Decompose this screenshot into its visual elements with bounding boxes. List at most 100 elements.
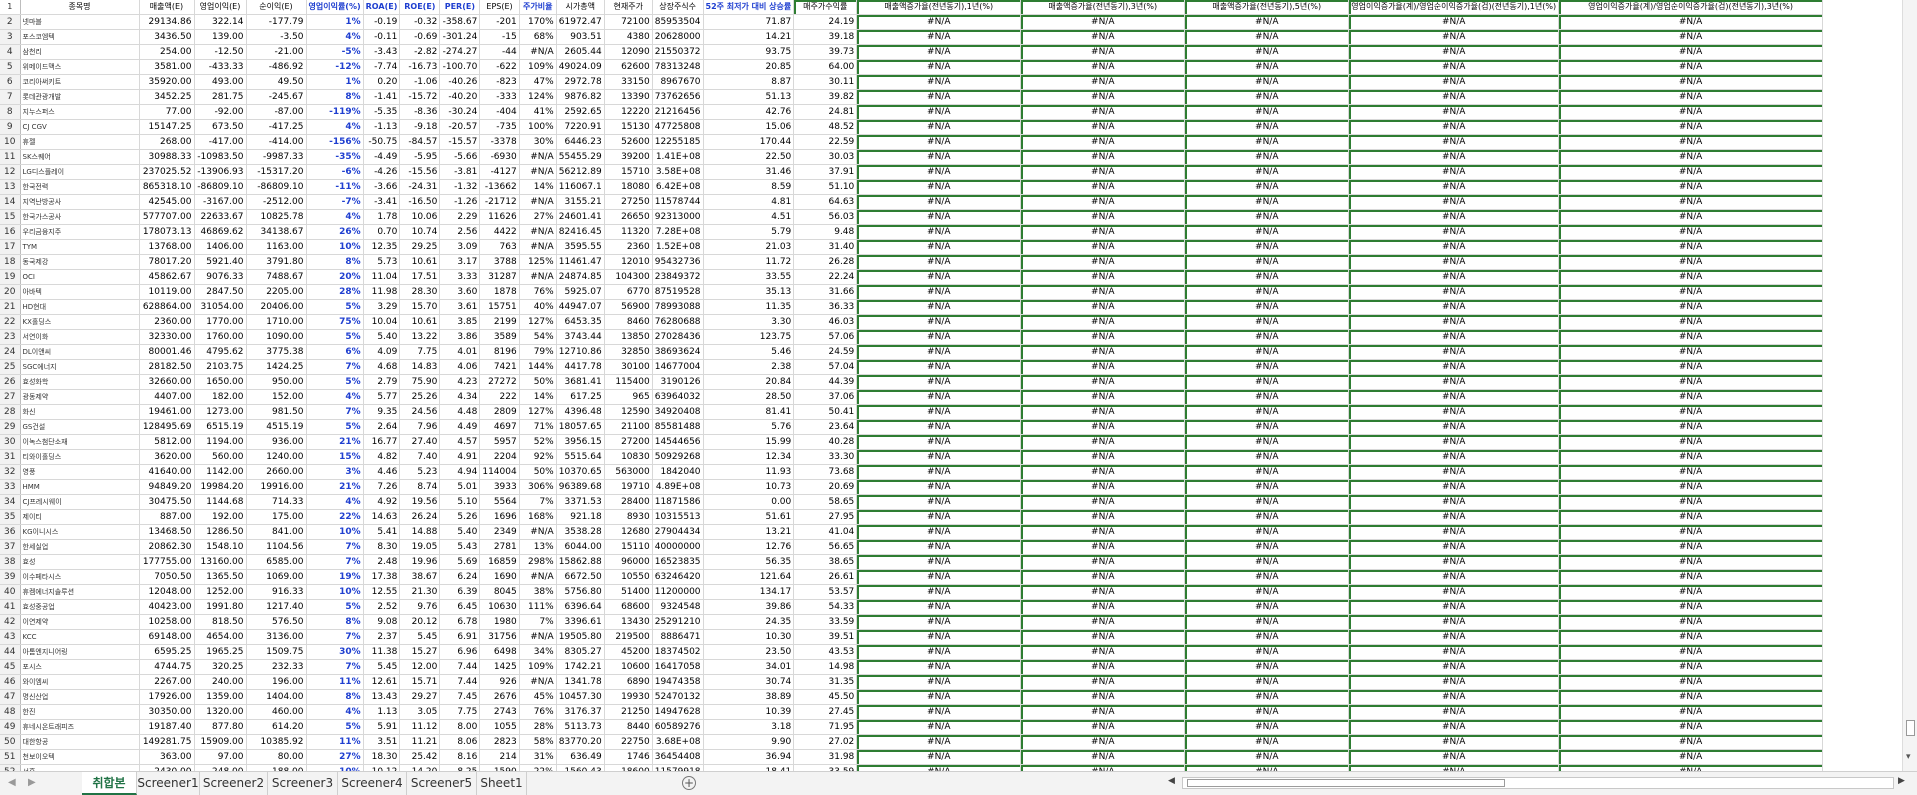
na-cell[interactable]: #N/A xyxy=(856,434,1022,450)
table-row[interactable]: 28 화신 19461.00 1273.00 981.50 7% 9.35 24.56 4.48… xyxy=(0,404,1824,420)
data-cell[interactable]: 1320.00 xyxy=(194,704,247,720)
data-cell[interactable]: 4.23 xyxy=(439,374,481,390)
data-cell[interactable]: 965 xyxy=(604,389,653,405)
data-cell[interactable]: -0.32 xyxy=(399,14,441,30)
data-cell[interactable]: 7% xyxy=(306,539,364,555)
na-cell[interactable]: #N/A xyxy=(1020,299,1186,315)
data-cell[interactable]: 83770.20 xyxy=(556,734,605,750)
na-cell[interactable]: #N/A xyxy=(856,239,1022,255)
table-row[interactable]: 49 휴네시온트래피즈 19187.40 877.80 614.20 5% 5.91 11.1… xyxy=(0,719,1824,735)
data-cell[interactable]: 134.17 xyxy=(703,584,795,600)
na-cell[interactable]: #N/A xyxy=(1184,674,1350,690)
data-cell[interactable]: 22.24 xyxy=(793,269,858,285)
data-cell[interactable]: 1104.56 xyxy=(246,539,307,555)
stock-name-cell[interactable]: 한세실업 xyxy=(20,539,140,555)
data-cell[interactable]: 192.00 xyxy=(194,509,247,525)
data-cell[interactable]: 71% xyxy=(519,419,557,435)
data-cell[interactable]: 1142.00 xyxy=(194,464,247,480)
data-cell[interactable]: 2.29 xyxy=(439,209,481,225)
data-cell[interactable]: #N/A xyxy=(519,524,557,540)
data-cell[interactable]: 5.79 xyxy=(703,224,795,240)
column-header[interactable]: 상장주식수 xyxy=(652,0,704,15)
data-cell[interactable]: 3.33 xyxy=(439,269,481,285)
data-cell[interactable]: 77.00 xyxy=(139,104,195,120)
data-cell[interactable]: 22.59 xyxy=(793,134,858,150)
na-cell[interactable]: #N/A xyxy=(1020,44,1186,60)
data-cell[interactable]: #N/A xyxy=(519,569,557,585)
data-cell[interactable]: 5.69 xyxy=(439,554,481,570)
data-cell[interactable]: 4.92 xyxy=(363,494,401,510)
data-cell[interactable]: 27.45 xyxy=(793,704,858,720)
data-cell[interactable]: 80001.46 xyxy=(139,344,195,360)
data-cell[interactable]: 237025.52 xyxy=(139,164,195,180)
data-cell[interactable]: 94849.20 xyxy=(139,479,195,495)
data-cell[interactable]: 21% xyxy=(306,434,364,450)
data-cell[interactable]: 11200000 xyxy=(652,584,704,600)
data-cell[interactable]: 14.88 xyxy=(399,524,441,540)
data-cell[interactable]: 15710 xyxy=(604,164,653,180)
data-cell[interactable]: 13.22 xyxy=(399,329,441,345)
data-cell[interactable]: 6396.64 xyxy=(556,599,605,615)
na-cell[interactable]: #N/A xyxy=(1020,284,1186,300)
na-cell[interactable]: #N/A xyxy=(1184,644,1350,660)
data-cell[interactable]: 10600 xyxy=(604,659,653,675)
data-cell[interactable]: 10370.65 xyxy=(556,464,605,480)
na-cell[interactable]: #N/A xyxy=(1558,314,1824,330)
data-cell[interactable]: 4.51 xyxy=(703,209,795,225)
data-cell[interactable]: 1% xyxy=(306,74,364,90)
data-cell[interactable]: 1696 xyxy=(479,509,520,525)
data-cell[interactable]: 7% xyxy=(306,359,364,375)
data-cell[interactable]: 4795.62 xyxy=(194,344,247,360)
data-cell[interactable]: -1.26 xyxy=(439,194,481,210)
na-cell[interactable]: #N/A xyxy=(856,134,1022,150)
scroll-left-arrow-icon[interactable]: ◀ xyxy=(1168,776,1175,786)
data-cell[interactable]: 3743.44 xyxy=(556,329,605,345)
na-cell[interactable]: #N/A xyxy=(1558,44,1824,60)
data-cell[interactable]: 10% xyxy=(306,239,364,255)
data-cell[interactable]: -6930 xyxy=(479,149,520,165)
data-cell[interactable]: 24.59 xyxy=(793,344,858,360)
data-cell[interactable]: 34% xyxy=(519,644,557,660)
data-cell[interactable]: 35920.00 xyxy=(139,74,195,90)
na-cell[interactable]: #N/A xyxy=(856,299,1022,315)
data-cell[interactable]: 27904434 xyxy=(652,524,704,540)
data-cell[interactable]: 53.57 xyxy=(793,584,858,600)
na-cell[interactable]: #N/A xyxy=(1184,359,1350,375)
data-cell[interactable]: 11.72 xyxy=(703,254,795,270)
data-cell[interactable]: 15751 xyxy=(479,299,520,315)
data-cell[interactable]: 576.50 xyxy=(246,614,307,630)
na-cell[interactable]: #N/A xyxy=(1020,689,1186,705)
data-cell[interactable]: 45862.67 xyxy=(139,269,195,285)
na-cell[interactable]: #N/A xyxy=(856,554,1022,570)
data-cell[interactable]: 125% xyxy=(519,254,557,270)
data-cell[interactable]: #N/A xyxy=(519,149,557,165)
na-cell[interactable]: #N/A xyxy=(1184,629,1350,645)
data-cell[interactable]: 76% xyxy=(519,284,557,300)
table-row[interactable]: 10 휴젤 268.00 -417.00 -414.00 -156% -50.75 -84.5… xyxy=(0,134,1824,150)
row-header[interactable]: 43 xyxy=(0,629,21,645)
data-cell[interactable]: 1273.00 xyxy=(194,404,247,420)
data-cell[interactable]: 25.26 xyxy=(399,389,441,405)
data-cell[interactable]: 3.68E+08 xyxy=(652,734,704,750)
na-cell[interactable]: #N/A xyxy=(1184,14,1350,30)
na-cell[interactable]: #N/A xyxy=(1020,629,1186,645)
data-cell[interactable]: 1341.78 xyxy=(556,674,605,690)
data-cell[interactable]: 41% xyxy=(519,104,557,120)
table-row[interactable]: 5 위메이드맥스 3581.00 -433.33 -486.92 -12% -7.74 -16… xyxy=(0,59,1824,75)
data-cell[interactable]: 31.40 xyxy=(793,239,858,255)
table-row[interactable]: 12 LG디스플레이 237025.52 -13906.93 -15317.20 -6% -… xyxy=(0,164,1824,180)
data-cell[interactable]: 152.00 xyxy=(246,389,307,405)
na-cell[interactable]: #N/A xyxy=(1184,344,1350,360)
na-cell[interactable]: #N/A xyxy=(1020,644,1186,660)
na-cell[interactable]: #N/A xyxy=(1558,29,1824,45)
data-cell[interactable]: 28400 xyxy=(604,494,653,510)
data-cell[interactable]: -3.41 xyxy=(363,194,401,210)
data-cell[interactable]: 45200 xyxy=(604,644,653,660)
data-cell[interactable]: 2.38 xyxy=(703,359,795,375)
na-cell[interactable]: #N/A xyxy=(1348,749,1560,765)
na-cell[interactable]: #N/A xyxy=(856,419,1022,435)
data-cell[interactable]: 34138.67 xyxy=(246,224,307,240)
data-cell[interactable]: 8.16 xyxy=(439,749,481,765)
row-header[interactable]: 51 xyxy=(0,749,21,765)
stock-name-cell[interactable]: 이수페타시스 xyxy=(20,569,140,585)
